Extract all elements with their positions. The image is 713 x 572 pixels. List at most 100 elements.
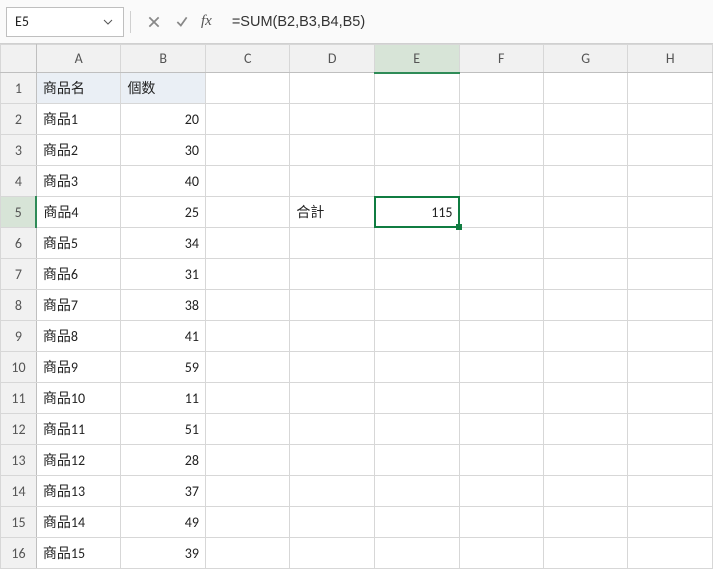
cell-D2[interactable]	[290, 104, 375, 135]
row-header-10[interactable]: 10	[1, 352, 37, 383]
cell-F2[interactable]	[459, 104, 543, 135]
cell-G11[interactable]	[543, 383, 627, 414]
column-header-E[interactable]: E	[374, 45, 459, 73]
row-header-15[interactable]: 15	[1, 507, 37, 538]
column-header-F[interactable]: F	[459, 45, 543, 73]
cell-H10[interactable]	[628, 352, 713, 383]
row-header-1[interactable]: 1	[1, 73, 37, 104]
row-header-9[interactable]: 9	[1, 321, 37, 352]
cell-D7[interactable]	[290, 259, 375, 290]
cell-F4[interactable]	[459, 166, 543, 197]
cell-A11[interactable]: 商品10	[36, 383, 121, 414]
row-header-16[interactable]: 16	[1, 538, 37, 569]
row-header-13[interactable]: 13	[1, 445, 37, 476]
column-header-A[interactable]: A	[36, 45, 121, 73]
cell-G3[interactable]	[543, 135, 627, 166]
cell-B3[interactable]: 30	[121, 135, 206, 166]
cell-B16[interactable]: 39	[121, 538, 206, 569]
cell-H6[interactable]	[628, 228, 713, 259]
cell-G4[interactable]	[543, 166, 627, 197]
cell-A2[interactable]: 商品1	[36, 104, 121, 135]
cell-A8[interactable]: 商品7	[36, 290, 121, 321]
cell-E15[interactable]	[374, 507, 459, 538]
cell-A1[interactable]: 商品名	[36, 73, 121, 104]
cell-B9[interactable]: 41	[121, 321, 206, 352]
cell-H4[interactable]	[628, 166, 713, 197]
cell-D10[interactable]	[290, 352, 375, 383]
cell-C4[interactable]	[205, 166, 289, 197]
cancel-icon[interactable]	[145, 13, 163, 31]
cell-B14[interactable]: 37	[121, 476, 206, 507]
cell-E6[interactable]	[374, 228, 459, 259]
cell-H3[interactable]	[628, 135, 713, 166]
column-header-G[interactable]: G	[543, 45, 627, 73]
cell-A6[interactable]: 商品5	[36, 228, 121, 259]
cell-C1[interactable]	[205, 73, 289, 104]
cell-B5[interactable]: 25	[121, 197, 206, 228]
row-header-2[interactable]: 2	[1, 104, 37, 135]
cell-F1[interactable]	[459, 73, 543, 104]
row-header-11[interactable]: 11	[1, 383, 37, 414]
row-header-12[interactable]: 12	[1, 414, 37, 445]
cell-B11[interactable]: 11	[121, 383, 206, 414]
row-header-14[interactable]: 14	[1, 476, 37, 507]
cell-C6[interactable]	[205, 228, 289, 259]
cell-D15[interactable]	[290, 507, 375, 538]
cell-D1[interactable]	[290, 73, 375, 104]
cell-C11[interactable]	[205, 383, 289, 414]
cell-H2[interactable]	[628, 104, 713, 135]
cell-G9[interactable]	[543, 321, 627, 352]
cell-F3[interactable]	[459, 135, 543, 166]
cell-H9[interactable]	[628, 321, 713, 352]
cell-D12[interactable]	[290, 414, 375, 445]
cell-F16[interactable]	[459, 538, 543, 569]
cell-D8[interactable]	[290, 290, 375, 321]
cell-B13[interactable]: 28	[121, 445, 206, 476]
spreadsheet-grid[interactable]: ABCDEFGH1商品名個数2商品1203商品2304商品3405商品425合計…	[0, 44, 713, 569]
fx-icon[interactable]: fx	[201, 13, 212, 30]
cell-C13[interactable]	[205, 445, 289, 476]
cell-E8[interactable]	[374, 290, 459, 321]
cell-G13[interactable]	[543, 445, 627, 476]
cell-A4[interactable]: 商品3	[36, 166, 121, 197]
cell-A3[interactable]: 商品2	[36, 135, 121, 166]
cell-G8[interactable]	[543, 290, 627, 321]
cell-E14[interactable]	[374, 476, 459, 507]
cell-G16[interactable]	[543, 538, 627, 569]
cell-B7[interactable]: 31	[121, 259, 206, 290]
cell-A5[interactable]: 商品4	[36, 197, 121, 228]
cell-A12[interactable]: 商品11	[36, 414, 121, 445]
cell-E13[interactable]	[374, 445, 459, 476]
column-header-H[interactable]: H	[628, 45, 713, 73]
cell-H8[interactable]	[628, 290, 713, 321]
cell-C5[interactable]	[205, 197, 289, 228]
cell-D3[interactable]	[290, 135, 375, 166]
row-header-5[interactable]: 5	[1, 197, 37, 228]
cell-E10[interactable]	[374, 352, 459, 383]
row-header-8[interactable]: 8	[1, 290, 37, 321]
cell-G15[interactable]	[543, 507, 627, 538]
cell-B12[interactable]: 51	[121, 414, 206, 445]
cell-E1[interactable]	[374, 73, 459, 104]
cell-D6[interactable]	[290, 228, 375, 259]
cell-A10[interactable]: 商品9	[36, 352, 121, 383]
row-header-6[interactable]: 6	[1, 228, 37, 259]
formula-input[interactable]	[226, 7, 707, 37]
row-header-7[interactable]: 7	[1, 259, 37, 290]
cell-G1[interactable]	[543, 73, 627, 104]
cell-E11[interactable]	[374, 383, 459, 414]
cell-A9[interactable]: 商品8	[36, 321, 121, 352]
cell-B6[interactable]: 34	[121, 228, 206, 259]
cell-C3[interactable]	[205, 135, 289, 166]
cell-C16[interactable]	[205, 538, 289, 569]
name-box[interactable]: E5	[6, 7, 124, 37]
cell-F13[interactable]	[459, 445, 543, 476]
cell-A16[interactable]: 商品15	[36, 538, 121, 569]
cell-B1[interactable]: 個数	[121, 73, 206, 104]
cell-C14[interactable]	[205, 476, 289, 507]
cell-A7[interactable]: 商品6	[36, 259, 121, 290]
cell-H7[interactable]	[628, 259, 713, 290]
cell-F8[interactable]	[459, 290, 543, 321]
cell-D14[interactable]	[290, 476, 375, 507]
cell-G6[interactable]	[543, 228, 627, 259]
